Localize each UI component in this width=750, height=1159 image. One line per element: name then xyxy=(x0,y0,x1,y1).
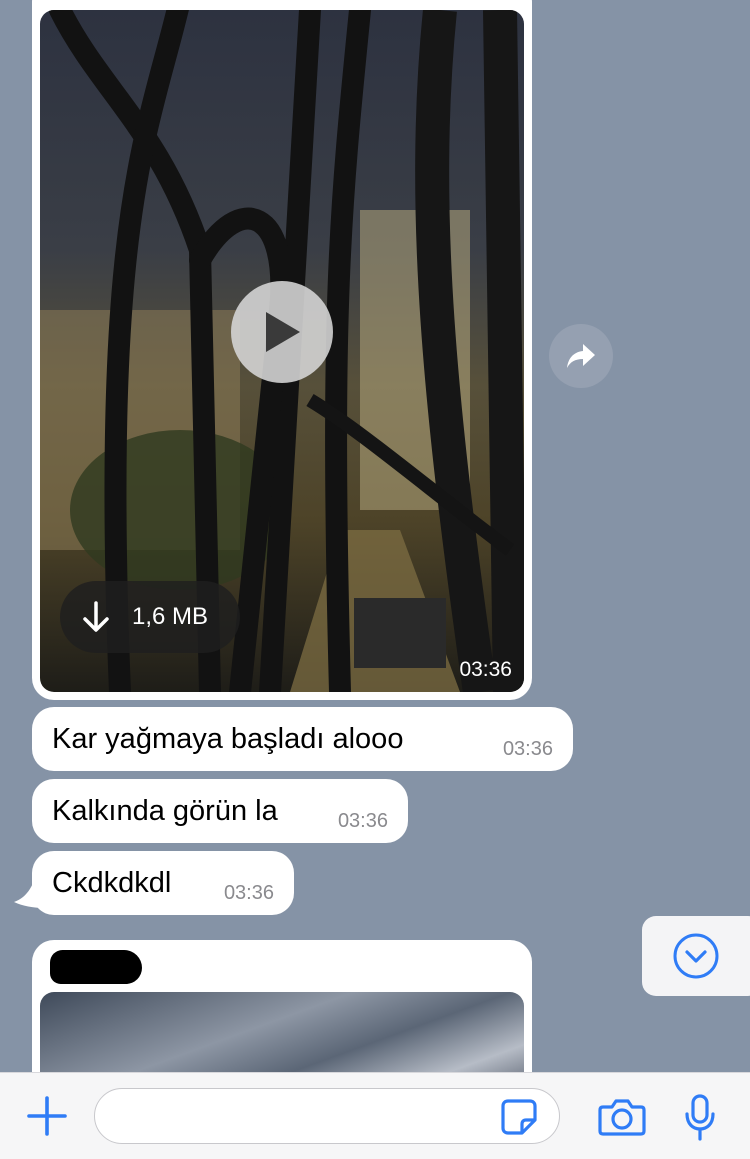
scroll-to-bottom-button[interactable] xyxy=(642,916,750,996)
message-timestamp: 03:36 xyxy=(337,810,388,832)
message-bubble[interactable]: Kalkında görün la 03:36 xyxy=(32,779,408,843)
download-button[interactable]: 1,6 MB xyxy=(60,581,240,653)
microphone-icon xyxy=(685,1094,715,1141)
chevron-down-icon xyxy=(673,933,719,979)
message-text: Ckdkdkdl xyxy=(52,866,172,899)
message-bubble[interactable]: Ckdkdkdl 03:36 xyxy=(32,851,294,915)
play-button[interactable] xyxy=(231,281,333,383)
message-text: Kar yağmaya başladı alooo xyxy=(52,722,404,755)
forward-button[interactable] xyxy=(549,324,613,388)
message-input[interactable] xyxy=(94,1088,560,1144)
message-bubble[interactable]: Kar yağmaya başladı alooo 03:36 xyxy=(32,707,573,771)
forward-icon xyxy=(567,344,595,368)
video-thumbnail[interactable]: 1,6 MB 03:36 xyxy=(40,10,524,692)
video-message-bubble[interactable]: 1,6 MB 03:36 xyxy=(32,0,532,700)
camera-icon xyxy=(598,1099,646,1136)
video-timestamp: 03:36 xyxy=(459,658,512,681)
attach-button[interactable] xyxy=(26,1095,68,1142)
message-text: Kalkında görün la xyxy=(52,794,278,827)
play-icon xyxy=(266,312,300,352)
message-timestamp: 03:36 xyxy=(223,882,274,904)
microphone-button[interactable] xyxy=(683,1094,717,1147)
redacted-sender-name xyxy=(50,950,142,984)
download-size: 1,6 MB xyxy=(132,603,209,630)
sticker-icon xyxy=(501,1099,537,1135)
download-arrow-icon xyxy=(82,601,110,633)
composer-bar xyxy=(0,1072,750,1159)
sticker-button[interactable] xyxy=(500,1098,538,1141)
plus-icon xyxy=(27,1096,67,1136)
message-timestamp: 03:36 xyxy=(502,738,553,760)
camera-button[interactable] xyxy=(598,1097,646,1142)
